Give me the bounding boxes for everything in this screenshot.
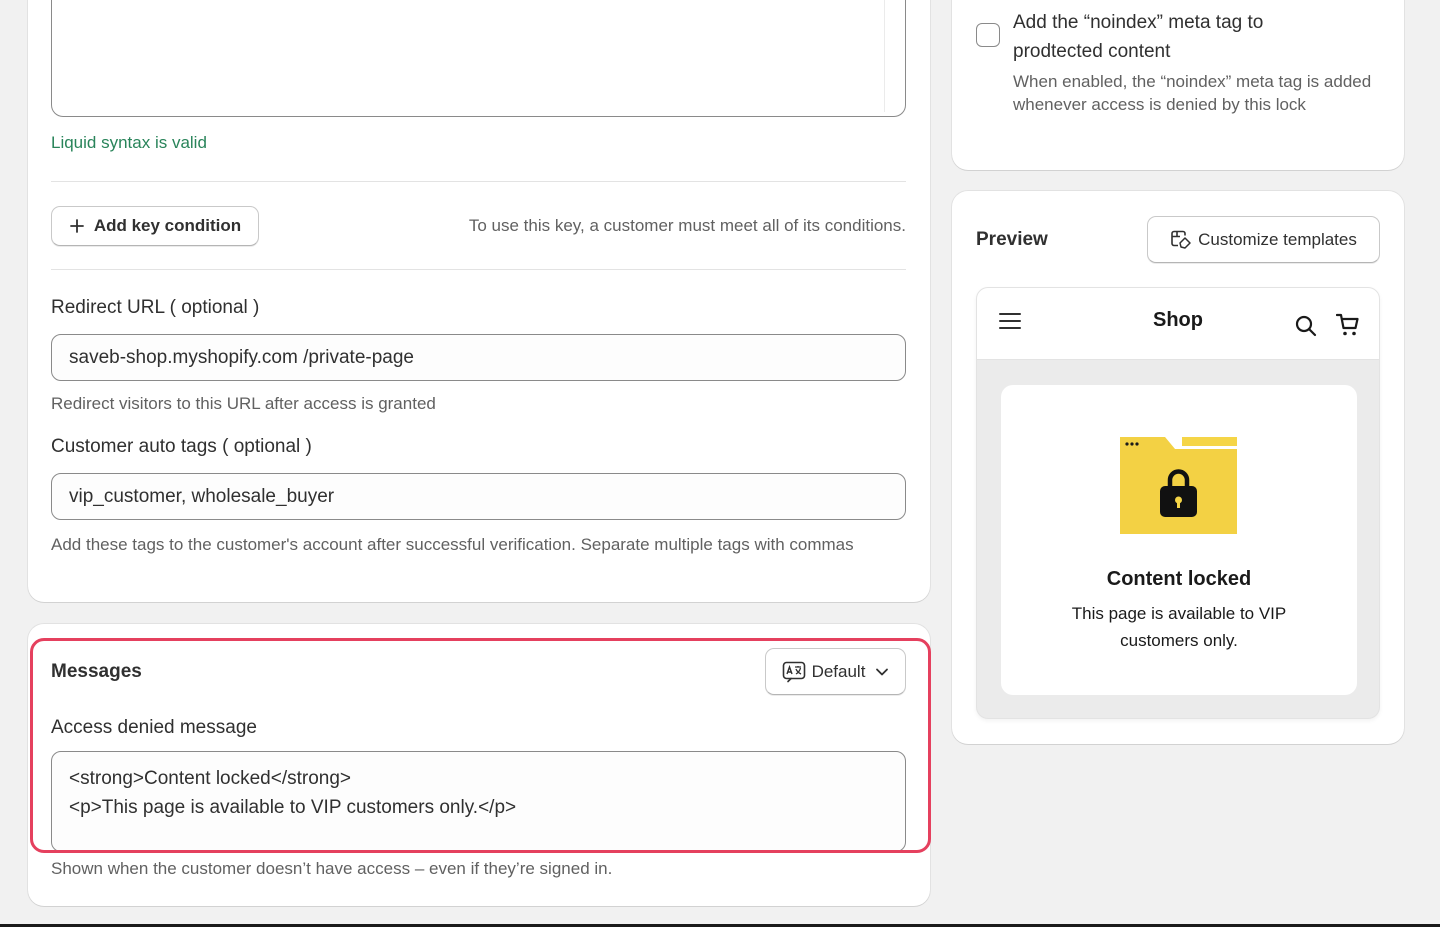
translate-icon [782, 661, 805, 682]
syntax-status: Liquid syntax is valid [51, 133, 207, 152]
add-key-condition-button[interactable]: Add key condition [51, 206, 259, 246]
access-denied-label: Access denied message [51, 717, 257, 738]
redirect-url-label: Redirect URL ( optional ) [51, 297, 260, 318]
locked-body: This page is available to VIP customers … [1071, 604, 1287, 650]
divider [51, 269, 906, 270]
redirect-url-help: Redirect visitors to this URL after acce… [51, 394, 436, 413]
shop-header: Shop [977, 288, 1379, 360]
access-denied-help: Shown when the customer doesn’t have acc… [51, 859, 613, 878]
cart-icon [1336, 313, 1359, 336]
add-key-condition-label: Add key condition [93, 216, 242, 235]
textarea-scrollbar[interactable] [884, 0, 885, 112]
noindex-checkbox[interactable] [976, 23, 1000, 47]
liquid-code-textarea[interactable] [51, 0, 906, 117]
locked-title: Content locked [1106, 568, 1252, 590]
messages-heading: Messages [51, 661, 142, 682]
messages-card: Messages Default Access denied message <… [28, 624, 930, 906]
shop-title: Shop [1153, 309, 1203, 331]
plus-icon [69, 219, 84, 233]
customize-templates-button[interactable]: Customize templates [1147, 216, 1380, 263]
noindex-help: When enabled, the “noindex” meta tag is … [1013, 72, 1372, 114]
preview-heading: Preview [976, 229, 1048, 250]
noindex-label: Add the “noindex” meta tag to prodtected… [1013, 12, 1264, 62]
auto-tags-help: Add these tags to the customer's account… [51, 535, 854, 554]
locked-content-card: Content locked This page is available to… [1001, 385, 1357, 695]
auto-tags-label: Customer auto tags ( optional ) [51, 436, 312, 457]
customize-templates-label: Customize templates [1198, 229, 1357, 249]
language-select-button[interactable]: Default [765, 648, 906, 695]
access-denied-textarea[interactable]: <strong>Content locked</strong> <p>This … [51, 751, 906, 852]
divider [51, 181, 906, 182]
search-icon [1295, 315, 1317, 337]
noindex-card: Add the “noindex” meta tag to prodtected… [952, 0, 1404, 170]
customize-icon [1171, 230, 1191, 249]
language-select-label: Default [811, 661, 866, 681]
preview-card: Preview Customize templates Shop Content… [952, 191, 1404, 744]
lock-folder-icon [1120, 437, 1237, 534]
redirect-url-input[interactable]: saveb-shop.myshopify.com /private-page [51, 334, 906, 381]
condition-hint: To use this key, a customer must meet al… [468, 216, 906, 235]
chevron-down-icon [876, 668, 889, 675]
storefront-preview: Shop Content locked This page is availab… [976, 287, 1380, 719]
auto-tags-input[interactable]: vip_customer, wholesale_buyer [51, 473, 906, 520]
lock-settings-card: Liquid syntax is valid Add key condition… [28, 0, 930, 602]
